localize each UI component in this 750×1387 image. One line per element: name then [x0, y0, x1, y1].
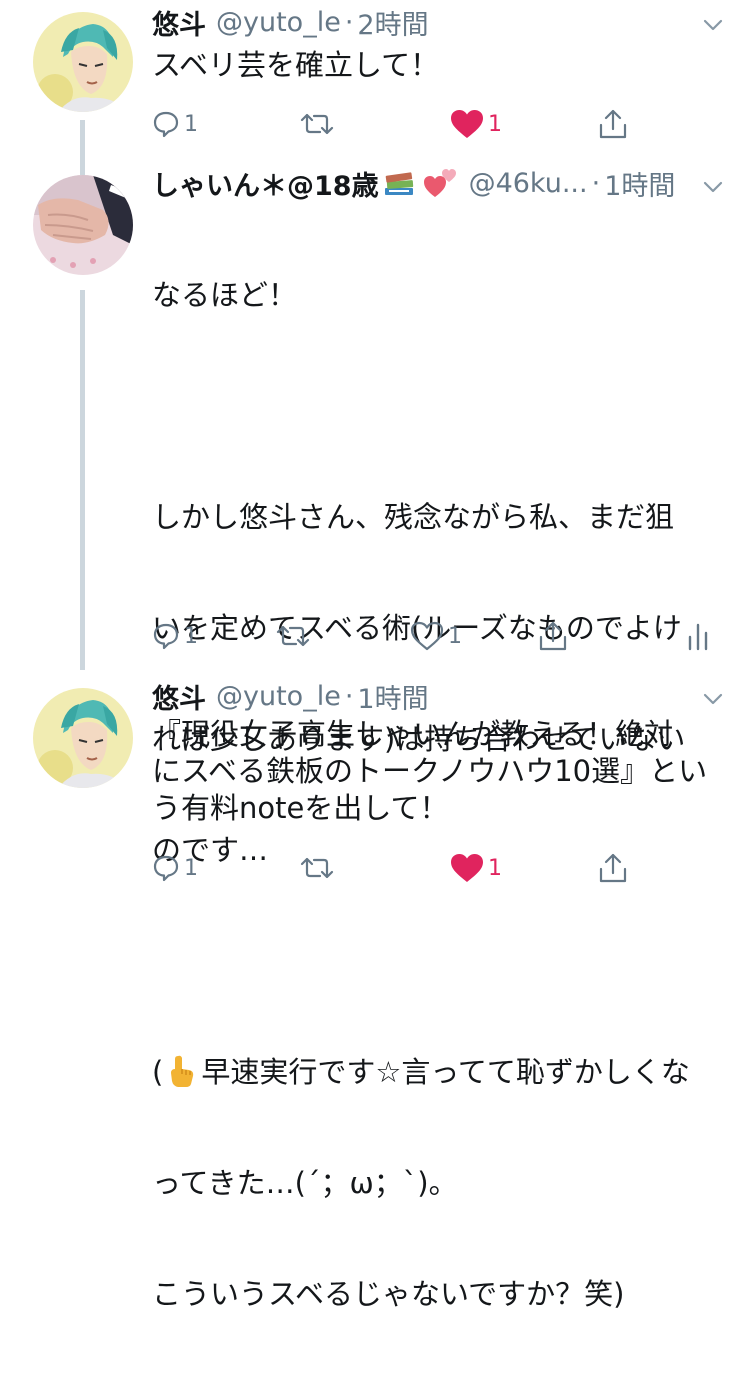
share-button[interactable]	[598, 104, 628, 144]
text-fragment: (	[152, 1055, 164, 1089]
text-line	[152, 943, 732, 980]
reply-count: 1	[184, 623, 198, 649]
like-button[interactable]: 1	[450, 104, 502, 144]
avatar[interactable]	[33, 12, 133, 112]
like-count: 1	[488, 111, 502, 137]
separator: ·	[591, 167, 601, 199]
like-button[interactable]: 1	[450, 848, 502, 888]
tweet-1[interactable]: 悠斗 @yuto_le · 2時間 スベリ芸を確立して！ 1 1	[0, 0, 750, 165]
avatar-anime-character-icon	[33, 12, 133, 112]
text-line: しかし悠斗さん、残念ながら私、まだ狙	[152, 500, 675, 534]
chevron-down-icon[interactable]	[700, 174, 726, 200]
reply-count: 1	[184, 111, 198, 137]
text-fragment: 早速実行です☆言ってて恥ずかしくな	[201, 1055, 690, 1089]
chevron-down-icon[interactable]	[700, 686, 726, 712]
reply-button[interactable]: 1	[152, 616, 198, 656]
retweet-button[interactable]	[300, 848, 334, 888]
like-count: 1	[448, 623, 462, 649]
thread-line	[80, 120, 85, 165]
retweet-button[interactable]	[300, 104, 334, 144]
text-line	[152, 388, 732, 425]
hearts-emoji-icon	[423, 169, 456, 197]
share-button[interactable]	[538, 616, 568, 656]
share-icon	[539, 621, 567, 651]
analytics-icon	[688, 623, 708, 651]
retweet-icon	[276, 625, 310, 647]
separator: ·	[344, 680, 354, 712]
heart-icon	[451, 854, 483, 882]
tweet-2[interactable]: しゃいん＊@18歳 @46ku... · 1時間 なるほど！ しかし悠斗さん、残…	[0, 164, 750, 1311]
tweet-header: 悠斗 @yuto_le · 2時間	[152, 3, 429, 42]
tweet-actions: 1 1	[152, 104, 712, 144]
thread-line	[80, 165, 85, 175]
chevron-down-icon[interactable]	[700, 12, 726, 38]
avatar-photo-hand-icon	[33, 175, 133, 275]
separator: ·	[344, 6, 354, 38]
text-line: なるほど！	[152, 278, 298, 312]
tweet-3[interactable]: 悠斗 @yuto_le · 1時間 『現役女子高生しゃいんが教える！絶対 にスベ…	[0, 670, 750, 895]
like-button[interactable]: 1	[410, 616, 462, 656]
avatar-anime-character-icon	[33, 688, 133, 788]
heart-icon	[451, 110, 483, 138]
like-count: 1	[488, 855, 502, 881]
user-handle[interactable]: @yuto_le	[216, 7, 341, 38]
timestamp[interactable]: 1時間	[357, 677, 428, 716]
analytics-button[interactable]	[686, 616, 710, 656]
retweet-icon	[300, 113, 334, 135]
books-emoji-icon	[384, 172, 413, 195]
share-icon	[599, 853, 627, 883]
display-name[interactable]: しゃいん＊@18歳	[152, 164, 379, 203]
tweet-header: しゃいん＊@18歳 @46ku... · 1時間	[152, 164, 675, 203]
heart-icon	[410, 621, 444, 651]
display-name[interactable]: 悠斗	[152, 3, 206, 42]
thread-line	[80, 290, 85, 670]
user-handle[interactable]: @46ku...	[469, 168, 588, 199]
retweet-icon	[300, 857, 334, 879]
tweet-text: 『現役女子高生しゃいんが教える！絶対 にスベる鉄板のトークノウハウ10選』とい …	[152, 717, 708, 825]
user-handle[interactable]: @yuto_le	[216, 681, 341, 712]
share-icon	[599, 109, 627, 139]
pointing-hand-emoji-icon	[171, 1055, 194, 1087]
text-line: ってきた…(´；ω；`)。	[152, 1166, 458, 1200]
avatar[interactable]	[33, 175, 133, 275]
tweet-text: スベリ芸を確立して！	[152, 48, 440, 82]
timestamp[interactable]: 2時間	[357, 3, 428, 42]
reply-button[interactable]: 1	[152, 104, 198, 144]
reply-icon	[153, 855, 179, 882]
avatar[interactable]	[33, 688, 133, 788]
tweet-actions: 1 1	[152, 616, 722, 656]
reply-icon	[153, 111, 179, 138]
text-line: こういうスベるじゃないですか？笑)	[152, 1277, 625, 1311]
reply-count: 1	[184, 855, 198, 881]
share-button[interactable]	[598, 848, 628, 888]
reply-button[interactable]: 1	[152, 848, 198, 888]
retweet-button[interactable]	[276, 616, 310, 656]
tweet-actions: 1 1	[152, 848, 712, 888]
tweet-header: 悠斗 @yuto_le · 1時間	[152, 677, 429, 716]
timestamp[interactable]: 1時間	[604, 164, 675, 203]
reply-icon	[153, 623, 179, 650]
display-name[interactable]: 悠斗	[152, 677, 206, 716]
text-line: ( 早速実行です☆言ってて恥ずかしくな	[152, 1054, 732, 1091]
